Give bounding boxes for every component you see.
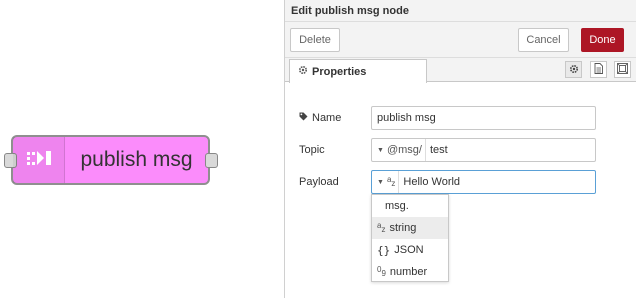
done-button[interactable]: Done: [581, 28, 624, 52]
menu-item-json-label: JSON: [394, 244, 424, 256]
topic-input[interactable]: ▼ @msg/ test: [371, 138, 596, 162]
delete-button[interactable]: Delete: [290, 28, 340, 52]
tab-bar: Properties: [285, 58, 636, 83]
payload-type-button[interactable]: ▼ az: [372, 171, 400, 193]
payload-label: Payload: [299, 176, 339, 188]
az-string-icon: az: [377, 221, 386, 234]
cancel-button[interactable]: Cancel: [518, 28, 569, 52]
az-string-icon: az: [386, 175, 396, 188]
topic-row: Topic ▼ @msg/ test: [285, 138, 636, 162]
menu-item-string-label: string: [389, 222, 417, 234]
screen: publish msg Edit publish msg node Delete…: [0, 0, 636, 298]
gear-icon: [569, 61, 579, 79]
caret-down-icon: ▼: [377, 146, 384, 154]
braces-icon: {}: [377, 243, 391, 257]
menu-item-msg-label: msg.: [385, 200, 409, 212]
payload-input-value: Hello World: [403, 176, 461, 188]
tab-properties-label: Properties: [312, 65, 367, 78]
menu-item-json[interactable]: {} JSON: [372, 239, 448, 261]
node-label: publish msg: [80, 148, 193, 171]
topic-label: Topic: [299, 144, 325, 156]
publish-node[interactable]: publish msg: [4, 135, 218, 185]
menu-item-msg[interactable]: msg.: [372, 195, 448, 217]
name-label: Name: [299, 112, 341, 124]
menu-item-number[interactable]: 09 number: [372, 261, 448, 283]
menu-item-number-label: number: [389, 266, 428, 278]
name-label-text: Name: [312, 112, 342, 124]
tab-description[interactable]: [590, 61, 607, 78]
menu-item-string[interactable]: az string: [372, 217, 448, 239]
topic-type-prefix: @msg/: [386, 144, 422, 156]
appearance-icon: [617, 61, 628, 79]
09-number-icon: 09: [377, 265, 386, 278]
publish-bridge-icon: [26, 149, 52, 172]
tray-toolbar: Delete Cancel Done: [285, 22, 636, 58]
node-output-port[interactable]: [205, 153, 218, 168]
payload-input[interactable]: ▼ az Hello World: [371, 170, 596, 194]
flow-canvas[interactable]: publish msg: [0, 0, 284, 298]
gear-icon: [298, 65, 308, 78]
tab-appearance[interactable]: [614, 61, 631, 78]
payload-row: Payload ▼ az Hello World: [285, 170, 636, 194]
topic-input-value: test: [429, 144, 448, 156]
tray-title: Edit publish msg node: [285, 0, 636, 22]
tag-icon: [299, 112, 308, 124]
type-dropdown-menu: msg. az string {} JSON 09 number: [371, 194, 449, 282]
name-input[interactable]: publish msg: [371, 106, 596, 130]
tab-settings[interactable]: [565, 61, 582, 78]
caret-down-icon: ▼: [377, 178, 384, 186]
file-text-icon: [594, 61, 603, 79]
topic-type-button[interactable]: ▼ @msg/: [372, 139, 426, 161]
name-row: Name publish msg: [285, 106, 636, 130]
node-icon-area: [13, 137, 65, 183]
name-input-value: publish msg: [377, 112, 436, 124]
edit-tray: Edit publish msg node Delete Cancel Done…: [284, 0, 636, 298]
tab-properties[interactable]: Properties: [289, 59, 427, 83]
